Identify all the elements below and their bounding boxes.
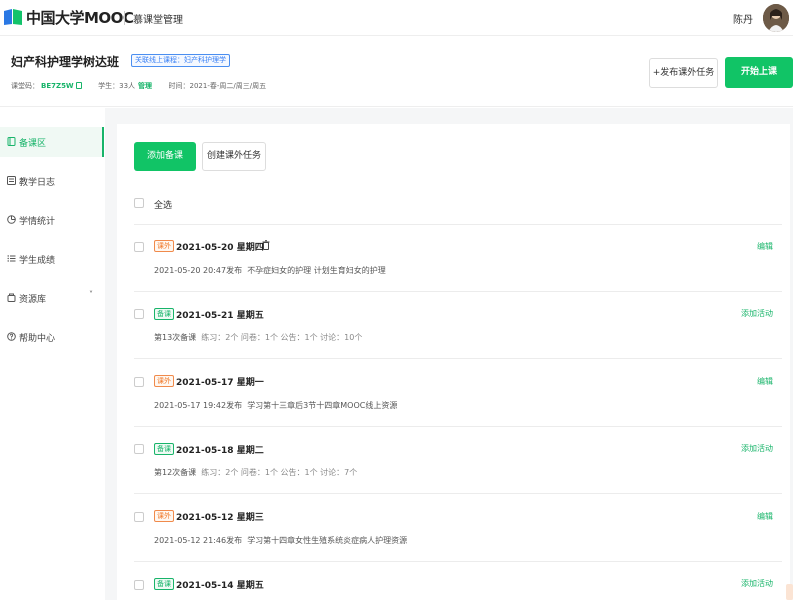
row-published-time: 2021-05-20 20:47发布 [154, 266, 243, 275]
logo-text[interactable]: 中国大学MOOC [26, 7, 134, 28]
prep-panel [117, 124, 790, 600]
book-icon [7, 137, 16, 146]
add-activity-link[interactable]: 添加活动 [741, 308, 773, 319]
sidebar-item-label: 资源库 [19, 295, 47, 305]
class-meta: 课堂码： BE7Z5W 学生：33人 管理 时间：2021-春-周二/周三/周五 [11, 81, 266, 91]
sidebar-item-label: 学情统计 [19, 217, 56, 227]
trash-icon[interactable] [262, 240, 270, 250]
help-icon [7, 332, 16, 341]
tag-prep-badge: 备课 [154, 308, 174, 320]
row-detail: 不孕症妇女的护理 计划生育妇女的护理 [247, 266, 386, 275]
row-checkbox[interactable] [134, 377, 144, 387]
tag-out-badge: 课外 [154, 375, 174, 387]
start-class-button[interactable]: 开始上课 [725, 57, 793, 88]
list-icon [7, 255, 16, 262]
row-detail: 学习第十四章女性生殖系统炎症病人护理资源 [247, 536, 408, 545]
top-bar: 中国大学MOOC 慕课堂管理 陈丹 [0, 0, 793, 36]
pie-chart-icon [7, 215, 16, 224]
sidebar-item-label: 教学日志 [19, 178, 56, 188]
class-header: 妇产科护理学树达班 关联线上课程：妇产科护理学 课堂码： BE7Z5W 学生：33… [0, 37, 793, 107]
add-activity-link[interactable]: 添加活动 [741, 443, 773, 454]
log-icon [7, 176, 16, 185]
divider [134, 493, 782, 494]
user-name[interactable]: 陈丹 [733, 11, 753, 26]
select-all-checkbox[interactable] [134, 198, 144, 208]
row-date[interactable]: 2021-05-18 星期二 [176, 443, 264, 456]
logo-separator [124, 11, 125, 25]
row-date[interactable]: 2021-05-14 星期五 [176, 578, 264, 591]
edit-link[interactable]: 编辑 [757, 241, 773, 252]
manage-students-link[interactable]: 管理 [138, 82, 152, 90]
row-date[interactable]: 2021-05-17 星期一 [176, 375, 264, 388]
row-subtitle: 2021-05-12 21:46发布 学习第十四章女性生殖系统炎症病人护理资源 [154, 535, 407, 546]
row-checkbox[interactable] [134, 242, 144, 252]
linked-course-tag[interactable]: 关联线上课程：妇产科护理学 [131, 54, 230, 67]
tag-prep-badge: 备课 [154, 443, 174, 455]
students-count: 学生：33人 [98, 82, 136, 90]
row-checkbox[interactable] [134, 444, 144, 454]
tag-out-badge: 课外 [154, 510, 174, 522]
row-published-time: 2021-05-17 19:42发布 [154, 401, 243, 410]
divider [134, 426, 782, 427]
divider [134, 291, 782, 292]
row-date[interactable]: 2021-05-12 星期三 [176, 510, 264, 523]
sidebar-item-resources[interactable]: 资源库 ˅ [0, 283, 104, 313]
sidebar-item-grades[interactable]: 学生成绩 [0, 244, 104, 274]
class-time: 时间：2021-春-周二/周三/周五 [168, 82, 267, 90]
row-detail: 学习第十三章后3节十四章MOOC线上资源 [247, 401, 398, 410]
select-all-label[interactable]: 全选 [154, 198, 172, 211]
divider [134, 358, 782, 359]
sidebar-item-help[interactable]: 帮助中心 [0, 322, 104, 352]
class-code-value: BE7Z5W [41, 82, 74, 90]
sidebar-item-stats[interactable]: 学情统计 [0, 205, 104, 235]
row-subtitle: 第12次备课 练习：2个 问卷：1个 公告：1个 讨论：7个 [154, 467, 357, 478]
publish-task-button[interactable]: +发布课外任务 [649, 58, 718, 88]
row-date[interactable]: 2021-05-20 星期四 [176, 240, 264, 253]
edit-link[interactable]: 编辑 [757, 511, 773, 522]
database-icon [7, 293, 16, 302]
row-checkbox[interactable] [134, 580, 144, 590]
sidebar-item-label: 备课区 [19, 139, 47, 149]
class-title: 妇产科护理学树达班 [11, 55, 120, 69]
sidebar-item-teaching-log[interactable]: 教学日志 [0, 166, 104, 196]
row-prep-count: 第13次备课 [154, 333, 197, 342]
chevron-down-icon[interactable]: ˅ [89, 290, 93, 299]
create-task-button[interactable]: 创建课外任务 [202, 142, 266, 171]
copy-icon[interactable] [75, 82, 82, 89]
tag-prep-badge: 备课 [154, 578, 174, 590]
mooc-logo-icon[interactable] [3, 7, 23, 27]
class-code-label: 课堂码： [11, 82, 39, 90]
avatar[interactable] [763, 4, 789, 32]
avatar-image-icon [763, 4, 789, 32]
sidebar: 备课区 教学日志 学情统计 学生成绩 资源库 ˅ 帮助中心 [0, 108, 104, 600]
divider [134, 224, 782, 225]
add-prep-button[interactable]: 添加备课 [134, 142, 196, 171]
add-activity-link[interactable]: 添加活动 [741, 578, 773, 589]
row-prep-count: 第12次备课 [154, 468, 197, 477]
floating-widget[interactable] [786, 584, 793, 600]
sidebar-item-prep[interactable]: 备课区 [0, 127, 104, 157]
row-detail: 练习：2个 问卷：1个 公告：1个 讨论：7个 [201, 468, 358, 477]
row-checkbox[interactable] [134, 512, 144, 522]
tag-out-badge: 课外 [154, 240, 174, 252]
row-date[interactable]: 2021-05-21 星期五 [176, 308, 264, 321]
row-published-time: 2021-05-12 21:46发布 [154, 536, 243, 545]
row-detail: 练习：2个 问卷：1个 公告：1个 讨论：10个 [201, 333, 363, 342]
row-checkbox[interactable] [134, 309, 144, 319]
edit-link[interactable]: 编辑 [757, 376, 773, 387]
row-subtitle: 2021-05-17 19:42发布 学习第十三章后3节十四章MOOC线上资源 [154, 400, 397, 411]
system-name[interactable]: 慕课堂管理 [133, 11, 183, 26]
divider [134, 561, 782, 562]
sidebar-item-label: 帮助中心 [19, 334, 56, 344]
row-subtitle: 2021-05-20 20:47发布 不孕症妇女的护理 计划生育妇女的护理 [154, 265, 386, 276]
row-subtitle: 第13次备课 练习：2个 问卷：1个 公告：1个 讨论：10个 [154, 332, 362, 343]
sidebar-item-label: 学生成绩 [19, 256, 56, 266]
